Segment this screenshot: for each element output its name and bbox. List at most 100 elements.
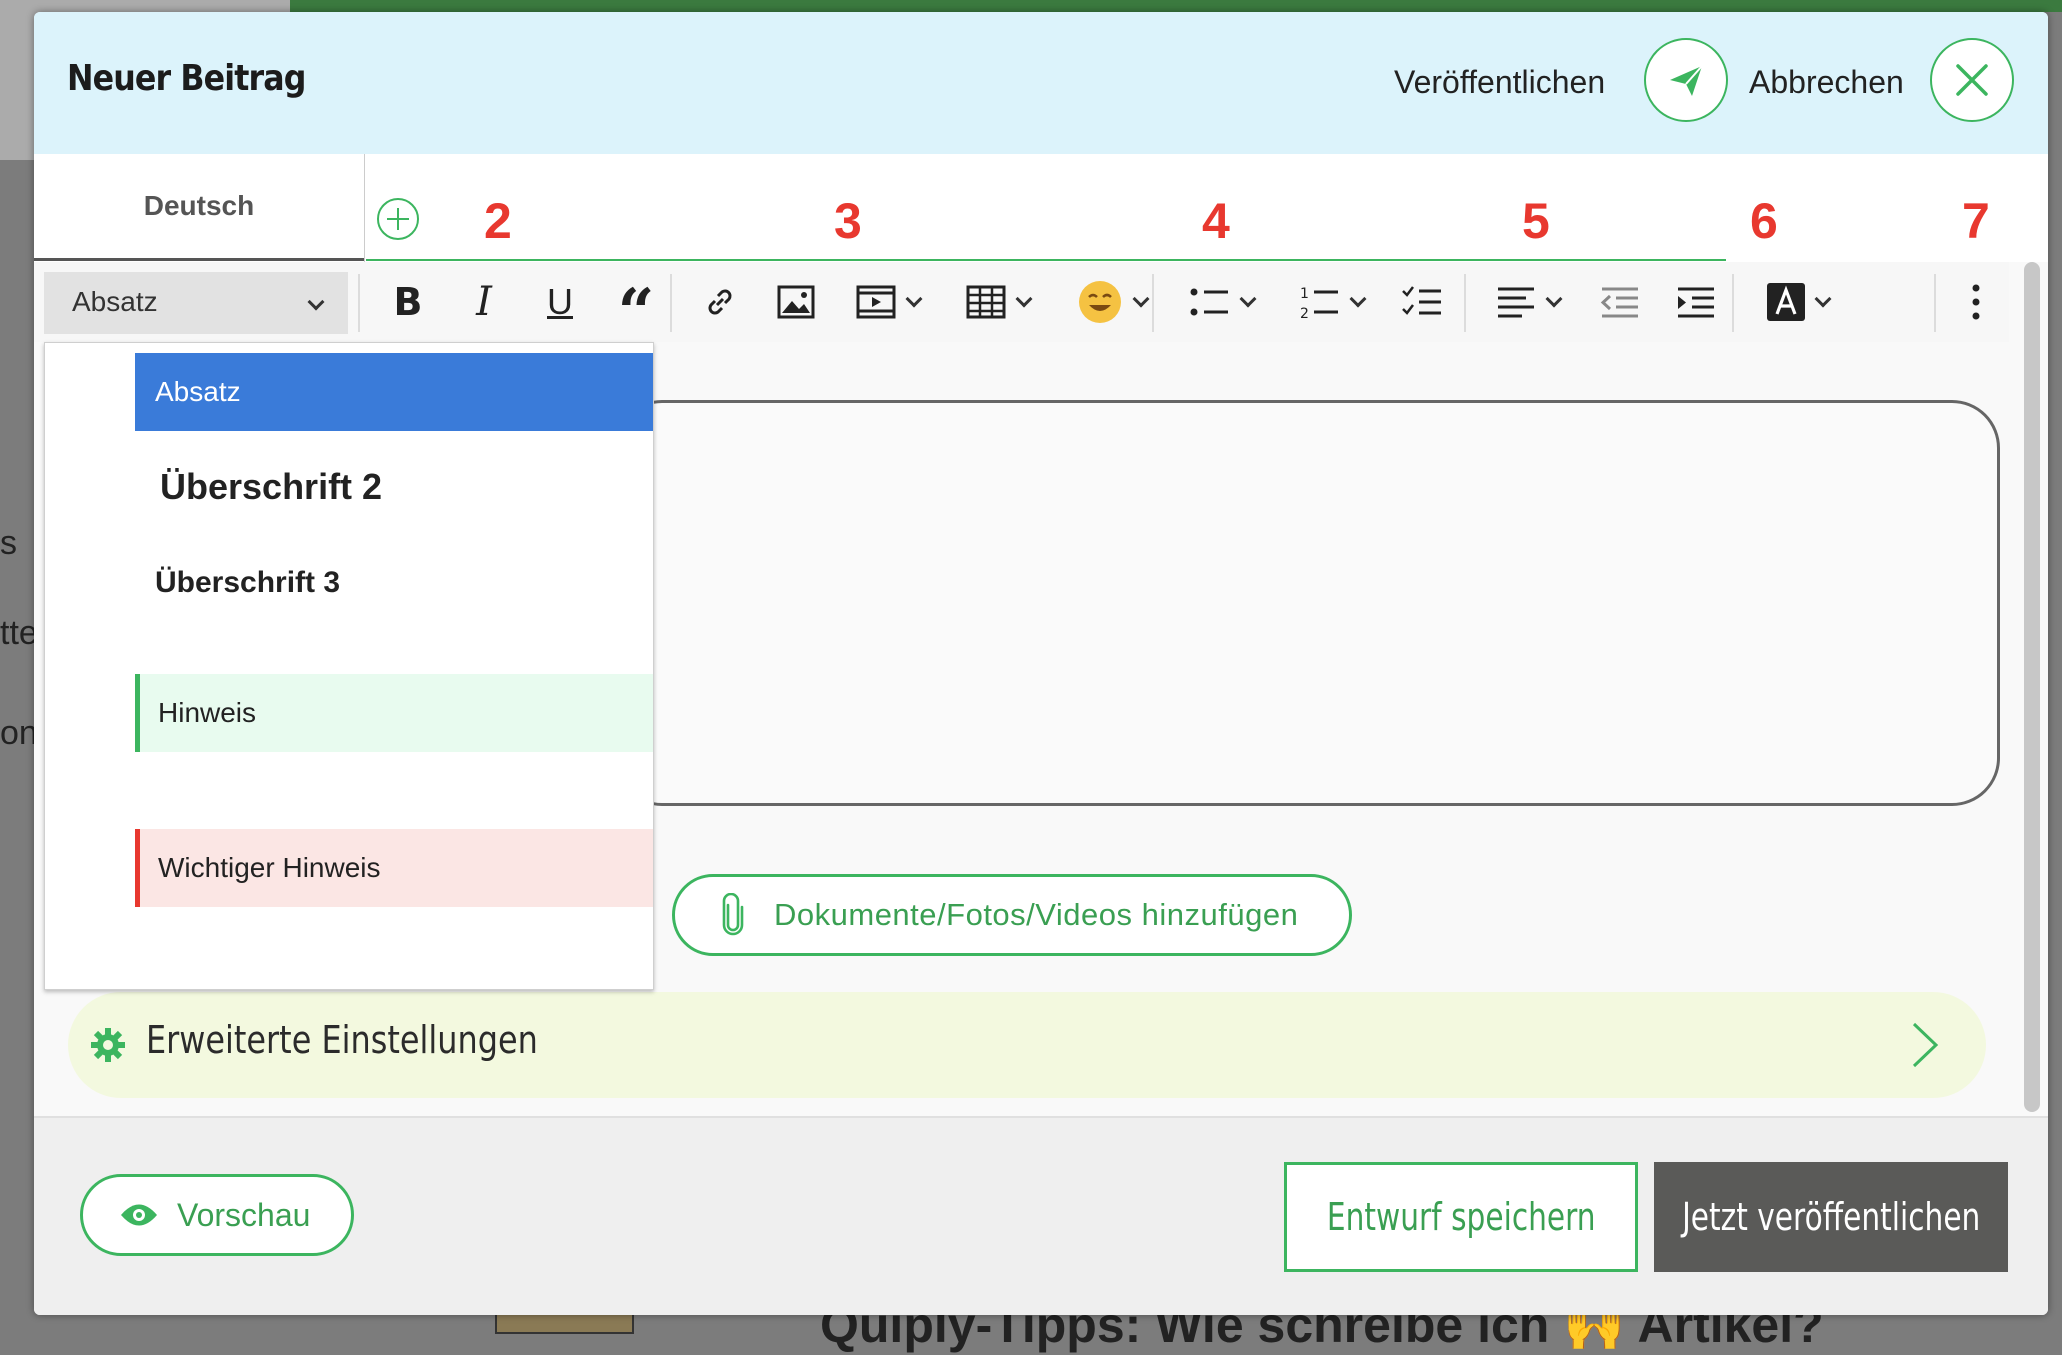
eye-icon xyxy=(121,1204,157,1226)
paragraph-format-select[interactable]: Absatz xyxy=(44,272,348,334)
chevron-down-icon xyxy=(307,293,325,311)
background-side-label: on xyxy=(0,714,38,752)
tab-deutsch[interactable]: Deutsch xyxy=(34,154,364,261)
new-post-dialog: Neuer Beitrag Veröffentlichen Abbrechen … xyxy=(34,12,2048,1315)
publish-now-label: Jetzt veröffentlichen xyxy=(1681,1195,1981,1239)
dropdown-option-heading-3[interactable]: Überschrift 3 xyxy=(135,543,653,623)
preview-label: Vorschau xyxy=(177,1196,311,1233)
todo-list-icon xyxy=(1402,286,1441,315)
annotation-number: 5 xyxy=(1522,193,1550,249)
bulleted-list-icon xyxy=(1190,288,1228,316)
svg-text:2: 2 xyxy=(1300,306,1309,320)
dropdown-option-label: Wichtiger Hinweis xyxy=(158,852,381,883)
insert-image-button[interactable] xyxy=(770,276,822,328)
todo-list-button[interactable] xyxy=(1396,276,1448,328)
save-draft-label: Entwurf speichern xyxy=(1326,1195,1596,1239)
numbered-list-button[interactable]: 12 xyxy=(1284,276,1380,328)
annotation-number: 4 xyxy=(1202,193,1230,249)
outdent-button[interactable] xyxy=(1594,276,1646,328)
cancel-label[interactable]: Abbrechen xyxy=(1749,64,1904,101)
italic-icon: I xyxy=(476,279,492,325)
bold-icon: B xyxy=(393,280,423,324)
chevron-down-icon xyxy=(1349,290,1367,308)
paragraph-format-value: Absatz xyxy=(72,286,158,317)
editor-content-area[interactable] xyxy=(614,400,2000,806)
toolbar-separator xyxy=(358,274,360,332)
dialog-footer: Vorschau Entwurf speichern Jetzt veröffe… xyxy=(34,1116,2048,1315)
dropdown-option-label: Hinweis xyxy=(158,697,257,728)
alignment-button[interactable] xyxy=(1482,276,1574,328)
font-color-button[interactable] xyxy=(1750,276,1846,328)
dropdown-option-hinweis[interactable]: Hinweis xyxy=(135,674,653,752)
scrollbar[interactable] xyxy=(2024,262,2040,1112)
link-icon xyxy=(708,289,732,315)
background-side-label: tte xyxy=(0,614,38,652)
chevron-down-icon xyxy=(1015,290,1033,308)
dropdown-option-heading-2[interactable]: Überschrift 2 xyxy=(135,443,653,531)
numbered-list-icon: 12 xyxy=(1300,286,1338,320)
language-tabs: Deutsch xyxy=(34,154,2048,262)
chevron-right-icon xyxy=(1912,1022,1939,1068)
bulleted-list-button[interactable] xyxy=(1174,276,1270,328)
chevron-down-icon xyxy=(905,290,923,308)
dropdown-option-label: Überschrift 3 xyxy=(155,566,341,599)
dropdown-option-label: Absatz xyxy=(155,376,241,407)
dialog-header: Neuer Beitrag Veröffentlichen Abbrechen xyxy=(34,12,2048,154)
annotation-number: 2 xyxy=(484,193,512,249)
video-icon xyxy=(856,285,896,319)
emoji-icon xyxy=(1079,281,1121,323)
toolbar-separator xyxy=(1934,274,1936,332)
toolbar-separator xyxy=(1732,274,1734,332)
tab-divider xyxy=(364,154,365,262)
cancel-button[interactable] xyxy=(1930,38,2014,122)
toolbar-separator xyxy=(670,274,672,332)
more-options-button[interactable] xyxy=(1950,276,2002,328)
paper-plane-icon xyxy=(1670,65,1703,96)
chevron-down-icon xyxy=(1239,290,1257,308)
paragraph-format-dropdown: Absatz Überschrift 2 Überschrift 3 Hinwe… xyxy=(44,342,654,990)
bold-button[interactable]: B xyxy=(382,276,434,328)
add-attachments-label: Dokumente/Fotos/Videos hinzufügen xyxy=(774,897,1299,932)
save-draft-button[interactable]: Entwurf speichern xyxy=(1284,1162,1638,1272)
align-icon xyxy=(1498,287,1534,318)
paperclip-icon xyxy=(722,893,744,936)
dropdown-option-wichtiger-hinweis[interactable]: Wichtiger Hinweis xyxy=(135,829,653,907)
indent-button[interactable] xyxy=(1670,276,1722,328)
table-icon xyxy=(966,285,1006,319)
underline-button[interactable]: U xyxy=(534,276,586,328)
annotation-number: 3 xyxy=(834,193,862,249)
underline-icon: U xyxy=(547,281,573,322)
svg-text:1: 1 xyxy=(1300,286,1309,302)
tab-underline xyxy=(366,259,1726,261)
toolbar-separator xyxy=(1464,274,1466,332)
dropdown-option-absatz[interactable]: Absatz xyxy=(135,353,653,431)
more-icon xyxy=(1972,284,1980,320)
publish-label[interactable]: Veröffentlichen xyxy=(1394,64,1605,101)
add-language-icon[interactable] xyxy=(377,198,419,240)
image-icon xyxy=(777,285,815,319)
link-button[interactable] xyxy=(694,276,746,328)
blockquote-button[interactable]: “ xyxy=(608,276,664,345)
italic-button[interactable]: I xyxy=(458,276,510,328)
publish-now-button[interactable]: Jetzt veröffentlichen xyxy=(1654,1162,2008,1272)
preview-button[interactable]: Vorschau xyxy=(80,1174,354,1256)
chevron-down-icon xyxy=(1132,290,1150,308)
outdent-icon xyxy=(1600,287,1638,318)
dialog-title: Neuer Beitrag xyxy=(67,58,306,99)
background-side-label: s xyxy=(0,524,17,562)
advanced-settings-row[interactable]: Erweiterte Einstellungen xyxy=(68,992,1986,1098)
advanced-settings-label: Erweiterte Einstellungen xyxy=(146,1018,538,1062)
close-icon xyxy=(1956,64,1988,96)
add-attachments-button[interactable]: Dokumente/Fotos/Videos hinzufügen xyxy=(672,874,1352,956)
font-color-icon xyxy=(1767,283,1805,321)
insert-table-button[interactable] xyxy=(952,276,1044,328)
quote-icon: “ xyxy=(617,275,655,350)
insert-video-button[interactable] xyxy=(842,276,934,328)
dropdown-option-label: Überschrift 2 xyxy=(160,466,383,507)
background-topbar xyxy=(290,0,2062,12)
gear-icon xyxy=(91,1028,125,1062)
publish-button[interactable] xyxy=(1644,38,1728,122)
annotation-number: 7 xyxy=(1962,193,1990,249)
chevron-down-icon xyxy=(1814,290,1832,308)
emoji-button[interactable] xyxy=(1064,276,1160,328)
